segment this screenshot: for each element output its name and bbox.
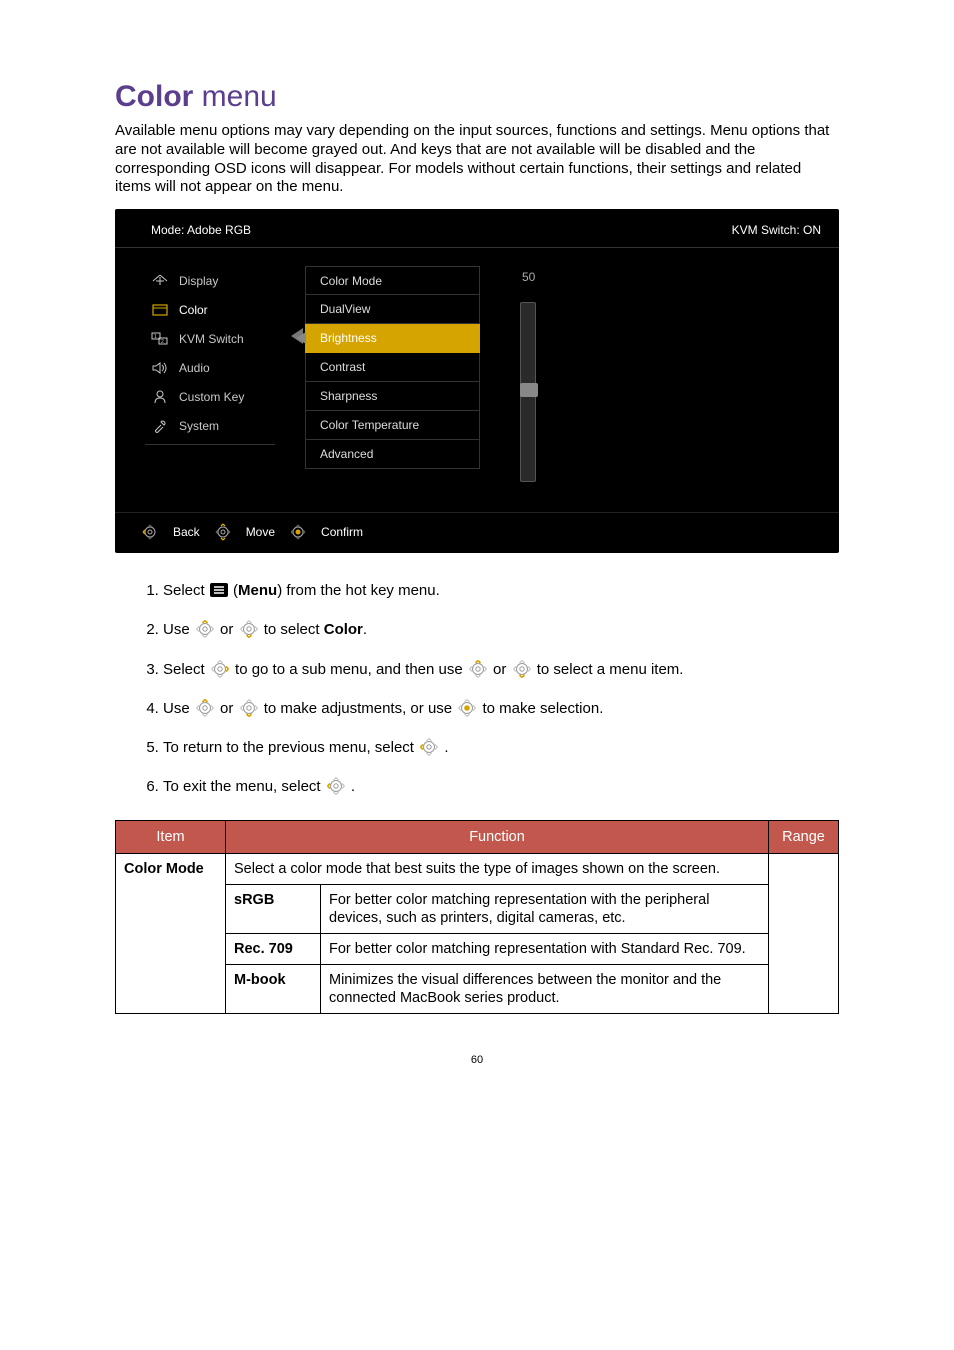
step-6: To exit the menu, select .	[163, 776, 839, 797]
cell-range-empty	[769, 853, 839, 1014]
joystick-up-icon	[467, 659, 489, 679]
sub-advanced[interactable]: Advanced	[305, 440, 480, 469]
instruction-list: Select (Menu) from the hot key menu. Use…	[115, 581, 839, 798]
cell-item-colormode: Color Mode	[116, 853, 226, 1014]
slider-thumb[interactable]	[520, 383, 538, 397]
cell-rec709-name: Rec. 709	[226, 933, 321, 964]
sub-colortemp[interactable]: Color Temperature	[305, 411, 480, 440]
joystick-left-icon	[325, 776, 347, 796]
sub-sharpness[interactable]: Sharpness	[305, 382, 480, 411]
nav-kvm[interactable]: 12 KVM Switch	[151, 324, 305, 353]
nav-display[interactable]: Display	[151, 266, 305, 295]
cell-mbook-desc: Minimizes the visual differences between…	[321, 965, 769, 1014]
page-title: Color menu	[115, 80, 839, 114]
step-1: Select (Menu) from the hot key menu.	[163, 581, 839, 601]
osd-kvm-label: KVM Switch: ON	[732, 223, 821, 237]
nav-custom[interactable]: Custom Key	[151, 382, 305, 411]
step-3: Select to go to a sub menu, and then use…	[163, 659, 839, 680]
color-icon	[151, 302, 169, 318]
cell-srgb-desc: For better color matching representation…	[321, 884, 769, 933]
step-2: Use or to select Color.	[163, 619, 839, 640]
sub-colormode[interactable]: Color Mode	[305, 266, 480, 295]
osd-main-nav: Display Color 12 KVM Switch Audio Custom…	[115, 266, 305, 482]
nav-audio[interactable]: Audio	[151, 353, 305, 382]
osd-value-col: 50	[480, 266, 839, 482]
joystick-left-icon	[418, 737, 440, 757]
cell-mbook-name: M-book	[226, 965, 321, 1014]
sub-contrast[interactable]: Contrast	[305, 353, 480, 382]
osd-sub-nav: Color Mode DualView Brightness Contrast …	[305, 266, 480, 482]
footer-move: Move	[246, 525, 275, 539]
cell-srgb-name: sRGB	[226, 884, 321, 933]
brightness-slider[interactable]	[520, 302, 536, 482]
footer-back: Back	[173, 525, 200, 539]
intro-text: Available menu options may vary dependin…	[115, 122, 839, 197]
th-item: Item	[116, 820, 226, 853]
th-range: Range	[769, 820, 839, 853]
joystick-up-icon	[194, 619, 216, 639]
footer-confirm: Confirm	[321, 525, 363, 539]
nav-color[interactable]: Color	[151, 295, 305, 324]
osd-panel: Mode: Adobe RGB KVM Switch: ON Display C…	[115, 209, 839, 553]
cell-rec709-desc: For better color matching representation…	[321, 933, 769, 964]
wrench-icon	[151, 418, 169, 434]
th-function: Function	[226, 820, 769, 853]
joystick-down-icon	[511, 659, 533, 679]
display-icon	[151, 273, 169, 289]
person-icon	[151, 389, 169, 405]
cell-desc-colormode: Select a color mode that best suits the …	[226, 853, 769, 884]
joystick-down-icon	[238, 698, 260, 718]
nav-system[interactable]: System	[151, 411, 305, 440]
joystick-move-icon	[214, 523, 232, 541]
sub-brightness[interactable]: Brightness	[305, 324, 480, 353]
step-5: To return to the previous menu, select .	[163, 737, 839, 758]
osd-mode-label: Mode: Adobe RGB	[151, 223, 251, 237]
svg-text:2: 2	[161, 339, 164, 345]
joystick-press-icon	[456, 698, 478, 718]
osd-value: 50	[522, 270, 839, 284]
joystick-down-icon	[238, 619, 260, 639]
joystick-right-icon	[209, 659, 231, 679]
joystick-left-icon	[141, 523, 159, 541]
svg-text:1: 1	[154, 334, 157, 340]
spec-table: Item Function Range Color Mode Select a …	[115, 820, 839, 1015]
joystick-up-icon	[194, 698, 216, 718]
sub-dualview[interactable]: DualView	[305, 295, 480, 324]
menu-icon	[209, 582, 229, 598]
kvm-icon: 12	[151, 331, 169, 347]
step-4: Use or to make adjustments, or use to ma…	[163, 698, 839, 719]
page-number: 60	[115, 1054, 839, 1066]
audio-icon	[151, 360, 169, 376]
osd-footer: Back Move Confirm	[115, 512, 839, 553]
joystick-press-icon	[289, 523, 307, 541]
